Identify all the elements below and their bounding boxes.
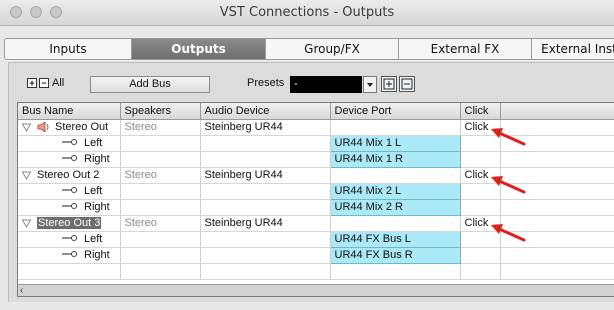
channel-name: Left bbox=[84, 136, 103, 149]
audio-device-cell bbox=[200, 247, 331, 264]
blank-cell bbox=[500, 199, 614, 216]
tab-group-fx[interactable]: Group/FX bbox=[266, 38, 399, 60]
presets-label: Presets bbox=[247, 77, 285, 89]
channel-name: Right bbox=[84, 200, 110, 213]
empty-cell bbox=[200, 263, 331, 280]
annotation-arrow-icon bbox=[491, 176, 526, 194]
bus-name[interactable]: Stereo Out 2 bbox=[37, 169, 99, 181]
table-row[interactable]: Right UR44 Mix 1 R bbox=[18, 150, 614, 168]
table-row[interactable]: Right UR44 FX Bus R bbox=[18, 246, 614, 264]
delete-preset-icon[interactable] bbox=[399, 76, 415, 92]
minus-box-icon[interactable]: − bbox=[39, 78, 49, 88]
click-cell bbox=[460, 151, 501, 168]
bus-name[interactable]: Stereo Out bbox=[55, 121, 108, 133]
channel-connector-icon bbox=[62, 153, 78, 165]
click-cell bbox=[460, 247, 501, 264]
tab-outputs[interactable]: Outputs bbox=[132, 38, 266, 60]
tab-external-fx[interactable]: External FX bbox=[399, 38, 532, 60]
column-header-bus-name[interactable]: Bus Name bbox=[18, 103, 121, 120]
speakers-cell[interactable]: Stereo bbox=[120, 167, 201, 184]
speakers-cell bbox=[120, 183, 201, 200]
device-port-cell[interactable]: UR44 Mix 1 L bbox=[329, 134, 461, 152]
tab-bar: Inputs Outputs Group/FX External FX Exte… bbox=[0, 38, 614, 60]
audio-device-cell[interactable]: Steinberg UR44 bbox=[200, 215, 331, 232]
speakers-cell bbox=[120, 151, 201, 168]
channel-name: Left bbox=[84, 232, 103, 245]
column-header-device-port[interactable]: Device Port bbox=[330, 103, 461, 120]
table-row bbox=[18, 263, 614, 280]
channel-connector-icon bbox=[62, 201, 78, 213]
speakers-cell[interactable]: Stereo bbox=[120, 119, 201, 136]
speaker-icon bbox=[37, 121, 51, 133]
tab-inputs[interactable]: Inputs bbox=[4, 38, 132, 60]
audio-device-cell bbox=[200, 231, 331, 248]
device-port-cell[interactable] bbox=[330, 215, 461, 232]
store-preset-icon[interactable] bbox=[381, 76, 397, 92]
audio-device-cell bbox=[200, 135, 331, 152]
speakers-cell bbox=[120, 135, 201, 152]
click-cell bbox=[460, 199, 501, 216]
speakers-cell[interactable]: Stereo bbox=[120, 215, 201, 232]
column-header-click[interactable]: Click bbox=[460, 103, 501, 120]
audio-device-cell bbox=[200, 151, 331, 168]
device-port-cell[interactable] bbox=[330, 119, 461, 136]
device-port-cell[interactable]: UR44 Mix 1 R bbox=[329, 150, 461, 168]
column-header-audio-device[interactable]: Audio Device bbox=[200, 103, 331, 120]
empty-cell bbox=[460, 263, 501, 280]
blank-cell bbox=[500, 247, 614, 264]
title-bar: VST Connections - Outputs bbox=[0, 0, 614, 26]
tab-external-instr[interactable]: External Instr bbox=[532, 38, 614, 60]
window-title: VST Connections - Outputs bbox=[219, 5, 395, 20]
table-row[interactable]: Right UR44 Mix 2 R bbox=[18, 198, 614, 216]
presets-select[interactable]: - bbox=[290, 76, 362, 93]
blank-cell bbox=[500, 151, 614, 168]
channel-connector-icon bbox=[62, 137, 78, 149]
channel-connector-icon bbox=[62, 249, 78, 261]
channel-connector-icon bbox=[62, 185, 78, 197]
speakers-cell bbox=[120, 247, 201, 264]
horizontal-scrollbar[interactable]: ‹ bbox=[18, 284, 614, 296]
bus-name[interactable]: Stereo Out 3 bbox=[37, 217, 102, 229]
device-port-cell[interactable]: UR44 Mix 2 R bbox=[329, 198, 461, 216]
expand-triangle-icon[interactable] bbox=[21, 219, 32, 228]
audio-device-cell[interactable]: Steinberg UR44 bbox=[200, 119, 331, 136]
scroll-left-icon[interactable]: ‹ bbox=[20, 285, 23, 296]
audio-device-cell bbox=[200, 199, 331, 216]
channel-name: Left bbox=[84, 184, 103, 197]
audio-device-cell[interactable]: Steinberg UR44 bbox=[200, 167, 331, 184]
channel-name: Right bbox=[84, 248, 110, 261]
expand-triangle-icon[interactable] bbox=[21, 123, 32, 132]
audio-device-cell bbox=[200, 183, 331, 200]
add-bus-button[interactable]: Add Bus bbox=[90, 76, 210, 93]
speakers-cell bbox=[120, 231, 201, 248]
channel-connector-icon bbox=[62, 233, 78, 245]
channel-name: Right bbox=[84, 152, 110, 165]
annotation-arrow-icon bbox=[491, 224, 526, 242]
expand-triangle-icon[interactable] bbox=[21, 171, 32, 180]
device-port-cell[interactable]: UR44 FX Bus R bbox=[329, 246, 461, 264]
empty-cell bbox=[18, 263, 121, 280]
column-header-speakers[interactable]: Speakers bbox=[120, 103, 201, 120]
table-header: Bus Name Speakers Audio Device Device Po… bbox=[18, 103, 614, 120]
chevron-down-icon[interactable] bbox=[363, 76, 377, 93]
speakers-cell bbox=[120, 199, 201, 216]
device-port-cell[interactable]: UR44 Mix 2 L bbox=[329, 182, 461, 200]
plus-box-icon[interactable]: + bbox=[27, 78, 37, 88]
empty-cell bbox=[330, 263, 461, 280]
empty-cell bbox=[500, 263, 614, 280]
device-port-cell[interactable] bbox=[330, 167, 461, 184]
empty-cell bbox=[120, 263, 201, 280]
toolbar: + − All Add Bus Presets - bbox=[9, 63, 614, 99]
annotation-arrow-icon bbox=[491, 128, 526, 146]
all-label: All bbox=[52, 77, 65, 89]
column-header-blank bbox=[500, 103, 614, 120]
device-port-cell[interactable]: UR44 FX Bus L bbox=[329, 230, 461, 248]
